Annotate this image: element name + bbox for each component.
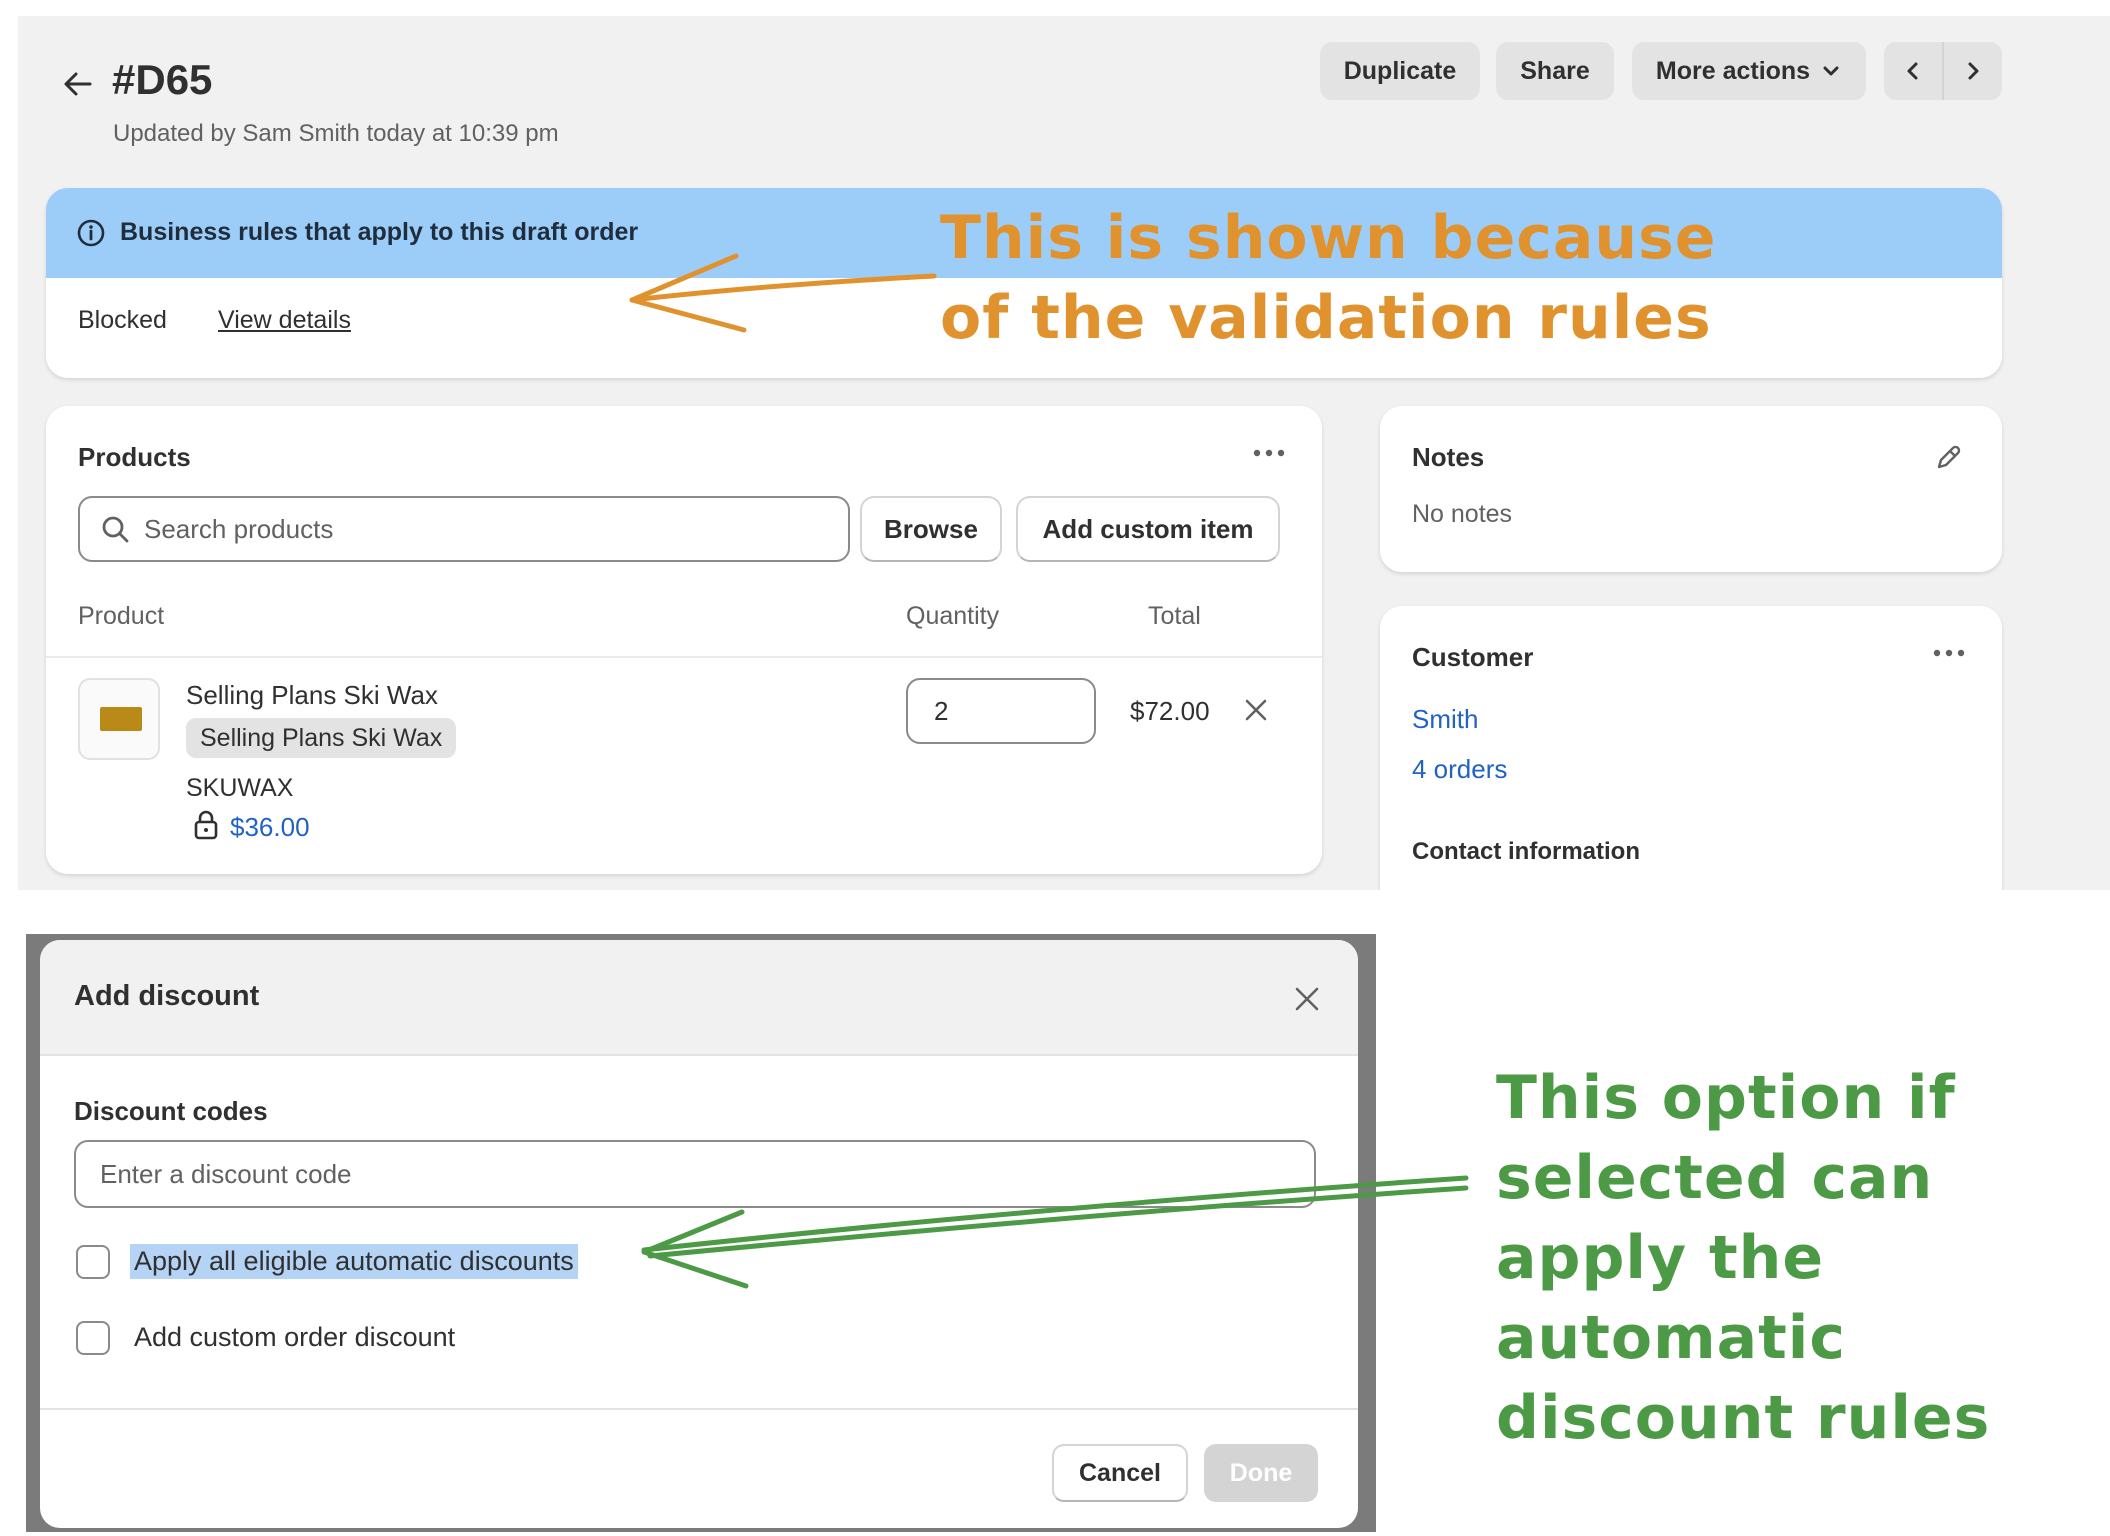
business-rules-title: Business rules that apply to this draft … — [120, 218, 639, 246]
quantity-input[interactable]: 2 — [906, 678, 1096, 744]
automatic-discounts-checkbox[interactable] — [76, 1244, 110, 1279]
column-total: Total — [1148, 602, 1201, 630]
more-actions-label: More actions — [1655, 56, 1811, 85]
share-label: Share — [1520, 56, 1590, 85]
customer-orders-link[interactable]: 4 orders — [1412, 754, 1507, 785]
automatic-discounts-option[interactable]: Apply all eligible automatic discounts — [76, 1244, 578, 1279]
blocked-status: Blocked — [78, 306, 167, 334]
updated-subtitle: Updated by Sam Smith today at 10:39 pm — [113, 120, 559, 147]
discount-code-input[interactable]: Enter a discount code — [74, 1140, 1316, 1208]
modal-header: Add discount — [40, 940, 1358, 1056]
cancel-label: Cancel — [1079, 1458, 1161, 1487]
add-discount-modal: Add discount Discount codes Enter a disc… — [40, 940, 1358, 1528]
line-total: $72.00 — [1130, 696, 1210, 726]
discount-code-placeholder: Enter a discount code — [100, 1158, 352, 1189]
contact-information-heading: Contact information — [1412, 838, 1640, 865]
column-quantity: Quantity — [906, 602, 1000, 630]
view-details-link[interactable]: View details — [218, 306, 351, 335]
browse-label: Browse — [884, 513, 978, 544]
annotation-line: This option if — [1496, 1063, 1956, 1133]
annotation-line: selected can — [1496, 1143, 1934, 1213]
back-arrow-icon[interactable] — [60, 66, 96, 102]
column-product: Product — [78, 602, 165, 630]
products-card: Products Search products Browse Add cust… — [46, 406, 1322, 874]
annotation-line: discount rules — [1496, 1383, 1991, 1453]
custom-order-discount-option[interactable]: Add custom order discount — [76, 1320, 459, 1355]
search-icon — [102, 516, 129, 543]
products-title: Products — [78, 442, 191, 472]
done-label: Done — [1229, 1458, 1293, 1487]
pagination-group — [1884, 42, 2002, 100]
annotation-line: of the validation rules — [940, 283, 1712, 353]
search-placeholder: Search products — [144, 513, 334, 544]
automatic-discount-annotation: This option if selected can apply the au… — [1496, 1058, 1990, 1458]
selling-plan-label: Selling Plans Ski Wax — [200, 723, 443, 752]
custom-order-discount-checkbox[interactable] — [76, 1320, 110, 1355]
lock-icon — [194, 810, 218, 840]
annotation-line: automatic — [1496, 1303, 1846, 1373]
modal-close-icon[interactable] — [1292, 984, 1322, 1014]
page-title: #D65 — [112, 56, 213, 103]
close-icon[interactable] — [1242, 696, 1270, 724]
info-icon — [77, 219, 105, 247]
cancel-button[interactable]: Cancel — [1052, 1444, 1188, 1502]
duplicate-label: Duplicate — [1343, 56, 1457, 85]
more-options-icon[interactable] — [1252, 448, 1286, 458]
product-sku: SKUWAX — [186, 774, 294, 802]
share-button[interactable]: Share — [1496, 42, 1614, 100]
table-divider — [46, 656, 1322, 658]
browse-button[interactable]: Browse — [860, 496, 1002, 562]
more-actions-button[interactable]: More actions — [1632, 42, 1866, 100]
product-name[interactable]: Selling Plans Ski Wax — [186, 680, 438, 711]
chevron-right-icon — [1968, 62, 1979, 80]
unit-price-link[interactable]: $36.00 — [230, 812, 310, 843]
notes-empty-text: No notes — [1412, 500, 1513, 528]
product-thumbnail — [78, 678, 160, 760]
validation-annotation: This is shown because of the validation … — [940, 198, 1716, 358]
automatic-discounts-label: Apply all eligible automatic discounts — [130, 1244, 578, 1279]
modal-footer-divider — [40, 1408, 1358, 1410]
discount-codes-label: Discount codes — [74, 1096, 268, 1126]
modal-backdrop: Add discount Discount codes Enter a disc… — [26, 934, 1376, 1532]
next-button[interactable] — [1942, 42, 2002, 100]
modal-title: Add discount — [74, 980, 260, 1012]
duplicate-button[interactable]: Duplicate — [1320, 42, 1480, 100]
customer-name-link[interactable]: Smith — [1412, 704, 1478, 735]
add-custom-item-label: Add custom item — [1042, 513, 1254, 544]
notes-title: Notes — [1412, 442, 1485, 472]
customer-title: Customer — [1412, 642, 1534, 672]
draft-order-page: #D65 Updated by Sam Smith today at 10:39… — [18, 16, 2110, 890]
pencil-icon[interactable] — [1932, 442, 1964, 474]
custom-order-discount-label: Add custom order discount — [134, 1322, 456, 1352]
add-custom-item-button[interactable]: Add custom item — [1016, 496, 1280, 562]
previous-button[interactable] — [1884, 42, 1942, 100]
annotation-line: apply the — [1496, 1223, 1825, 1293]
chevron-left-icon — [1907, 62, 1918, 80]
search-products-input[interactable]: Search products — [78, 496, 850, 562]
selling-plan-badge: Selling Plans Ski Wax — [186, 718, 457, 758]
notes-card: Notes No notes — [1380, 406, 2002, 572]
done-button[interactable]: Done — [1204, 1444, 1318, 1502]
chevron-down-icon — [1823, 66, 1839, 76]
customer-options-icon[interactable] — [1932, 648, 1966, 658]
customer-card: Customer Smith 4 orders Contact informat… — [1380, 606, 2002, 890]
annotation-line: This is shown because — [940, 203, 1717, 273]
